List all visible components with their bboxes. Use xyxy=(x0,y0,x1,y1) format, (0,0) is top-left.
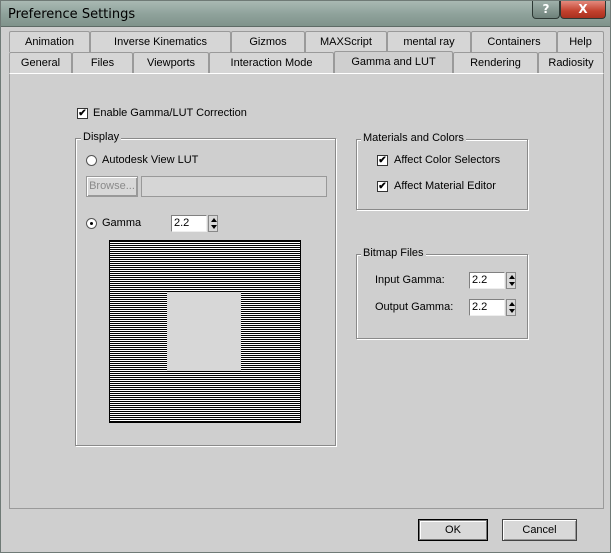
bitmap-files-title: Bitmap Files xyxy=(361,247,426,259)
tab-general[interactable]: General xyxy=(9,52,72,73)
input-gamma-arrows[interactable] xyxy=(506,272,516,289)
tab-help[interactable]: Help xyxy=(557,31,604,52)
gamma-radio-label: Gamma xyxy=(102,217,142,229)
gamma-radio[interactable] xyxy=(86,218,97,229)
display-gamma-arrows[interactable] xyxy=(208,215,218,232)
affect-material-editor-checkbox[interactable]: ✔ xyxy=(377,181,388,192)
spin-down-icon[interactable] xyxy=(211,225,217,229)
tab-gamma-and-lut[interactable]: Gamma and LUT xyxy=(334,51,453,73)
display-gamma-spinner[interactable]: 2.2 xyxy=(171,215,219,232)
tab-radiosity[interactable]: Radiosity xyxy=(538,52,604,73)
materials-colors-title: Materials and Colors xyxy=(361,132,466,144)
lut-radio-label: Autodesk View LUT xyxy=(102,154,199,166)
tab-inverse-kinematics[interactable]: Inverse Kinematics xyxy=(90,31,231,52)
tab-gizmos[interactable]: Gizmos xyxy=(231,31,305,52)
display-group-title: Display xyxy=(81,131,122,143)
output-gamma-value[interactable]: 2.2 xyxy=(469,299,505,316)
help-icon: ? xyxy=(542,2,550,16)
enable-gamma-checkbox[interactable]: ✔ xyxy=(77,108,88,119)
window-title: Preference Settings xyxy=(8,7,136,22)
tab-files[interactable]: Files xyxy=(72,52,133,73)
spin-down-icon[interactable] xyxy=(509,282,515,286)
tab-mental-ray[interactable]: mental ray xyxy=(387,31,471,52)
tab-animation[interactable]: Animation xyxy=(9,31,90,52)
tab-containers[interactable]: Containers xyxy=(471,31,557,52)
enable-gamma-label: Enable Gamma/LUT Correction xyxy=(93,107,247,119)
gamma-test-pattern-center xyxy=(167,292,241,371)
output-gamma-label: Output Gamma: xyxy=(375,301,454,313)
spin-up-icon[interactable] xyxy=(211,218,217,222)
output-gamma-arrows[interactable] xyxy=(506,299,516,316)
browse-button[interactable]: Browse... xyxy=(86,176,138,197)
input-gamma-value[interactable]: 2.2 xyxy=(469,272,505,289)
bitmap-files-group xyxy=(356,254,528,339)
affect-material-editor-label: Affect Material Editor xyxy=(394,180,496,192)
spin-up-icon[interactable] xyxy=(509,302,515,306)
lut-radio[interactable] xyxy=(86,155,97,166)
tab-maxscript[interactable]: MAXScript xyxy=(305,31,387,52)
help-button[interactable]: ? xyxy=(532,1,560,19)
tab-viewports[interactable]: Viewports xyxy=(133,52,209,73)
input-gamma-label: Input Gamma: xyxy=(375,274,445,286)
output-gamma-spinner[interactable]: 2.2 xyxy=(469,299,517,316)
ok-button[interactable]: OK xyxy=(418,519,488,541)
title-bar[interactable]: Preference Settings ? X xyxy=(1,1,610,27)
cancel-button[interactable]: Cancel xyxy=(502,519,577,541)
preference-settings-window: Preference Settings ? X Animation Invers… xyxy=(0,0,611,553)
spin-up-icon[interactable] xyxy=(509,275,515,279)
spin-down-icon[interactable] xyxy=(509,309,515,313)
affect-color-selectors-checkbox[interactable]: ✔ xyxy=(377,155,388,166)
close-button[interactable]: X xyxy=(560,1,606,19)
tab-rendering[interactable]: Rendering xyxy=(453,52,538,73)
materials-colors-group xyxy=(356,139,528,210)
lut-path-field[interactable] xyxy=(141,176,327,197)
gamma-test-pattern xyxy=(109,240,301,423)
input-gamma-spinner[interactable]: 2.2 xyxy=(469,272,517,289)
tab-interaction-mode[interactable]: Interaction Mode xyxy=(209,52,334,73)
close-icon: X xyxy=(578,2,588,16)
display-gamma-value[interactable]: 2.2 xyxy=(171,215,207,232)
affect-color-selectors-label: Affect Color Selectors xyxy=(394,154,501,166)
